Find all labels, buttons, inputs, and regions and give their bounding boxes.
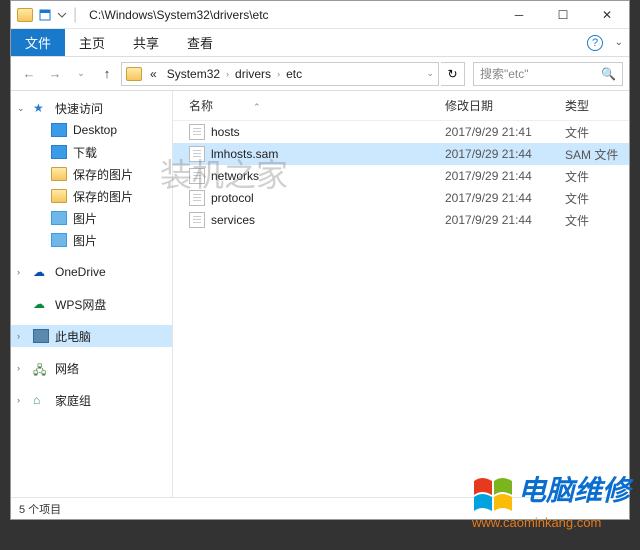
navigation-bar: ← → ⌄ ↑ « System32 › drivers › etc ⌄ ↻ 搜… xyxy=(11,57,629,91)
file-rows: hosts2017/9/29 21:41文件 lmhosts.sam2017/9… xyxy=(173,121,629,497)
file-row[interactable]: hosts2017/9/29 21:41文件 xyxy=(173,121,629,143)
network-icon: 🖧 xyxy=(33,361,49,375)
breadcrumb-segment[interactable]: System32 xyxy=(163,67,224,81)
file-icon xyxy=(189,146,205,162)
recent-dropdown-icon[interactable]: ⌄ xyxy=(69,62,93,86)
address-bar[interactable]: « System32 › drivers › etc ⌄ xyxy=(121,62,439,86)
up-button[interactable]: ↑ xyxy=(95,62,119,86)
titlebar[interactable]: | C:\Windows\System32\drivers\etc ─ ☐ ✕ xyxy=(11,1,629,29)
file-explorer-window: | C:\Windows\System32\drivers\etc ─ ☐ ✕ … xyxy=(10,0,630,520)
forward-button[interactable]: → xyxy=(43,62,67,86)
chevron-right-icon[interactable]: › xyxy=(17,331,20,341)
file-row[interactable]: services2017/9/29 21:44文件 xyxy=(173,209,629,231)
chevron-down-icon[interactable]: ⌄ xyxy=(17,103,25,114)
maximize-button[interactable]: ☐ xyxy=(541,1,585,29)
minimize-button[interactable]: ─ xyxy=(497,1,541,29)
tab-view[interactable]: 查看 xyxy=(173,29,227,56)
sidebar-item-pictures[interactable]: 图片 xyxy=(11,207,172,229)
column-type[interactable]: 类型 xyxy=(565,97,629,114)
window-title: C:\Windows\System32\drivers\etc xyxy=(83,8,497,22)
sidebar-item-desktop[interactable]: Desktop xyxy=(11,119,172,141)
sidebar-item-wps[interactable]: ☁WPS网盘 xyxy=(11,293,172,315)
back-button[interactable]: ← xyxy=(17,62,41,86)
chevron-right-icon[interactable]: › xyxy=(277,69,280,79)
breadcrumb-segment[interactable]: etc xyxy=(282,67,306,81)
search-input[interactable]: 搜索"etc" 🔍 xyxy=(473,62,623,86)
logo-overlay: 电脑维修 www.caominkang.com xyxy=(472,469,630,530)
wps-icon: ☁ xyxy=(33,297,49,311)
chevron-right-icon[interactable]: › xyxy=(17,267,20,277)
folder-icon xyxy=(17,8,33,22)
sidebar-item-homegroup[interactable]: ›⌂家庭组 xyxy=(11,389,172,411)
file-row[interactable]: lmhosts.sam2017/9/29 21:44SAM 文件 xyxy=(173,143,629,165)
breadcrumb-ellipsis[interactable]: « xyxy=(146,67,161,81)
tab-share[interactable]: 共享 xyxy=(119,29,173,56)
chevron-right-icon[interactable]: › xyxy=(17,363,20,373)
qat-separator: | xyxy=(73,6,77,24)
chevron-right-icon[interactable]: › xyxy=(17,395,20,405)
sidebar-item-quickaccess[interactable]: ⌄ ★ 快速访问 xyxy=(11,97,172,119)
sort-indicator-icon: ⌃ xyxy=(253,102,261,112)
folder-icon xyxy=(51,189,67,203)
download-icon xyxy=(51,145,67,159)
tab-home[interactable]: 主页 xyxy=(65,29,119,56)
pc-icon xyxy=(33,329,49,343)
overlay-title: 电脑维修 xyxy=(518,475,630,506)
desktop-icon xyxy=(51,123,67,137)
address-dropdown-icon[interactable]: ⌄ xyxy=(426,68,434,79)
breadcrumb-segment[interactable]: drivers xyxy=(231,67,275,81)
file-list-pane[interactable]: 名称⌃ 修改日期 类型 hosts2017/9/29 21:41文件 lmhos… xyxy=(173,91,629,497)
sidebar-item-network[interactable]: ›🖧网络 xyxy=(11,357,172,379)
file-row[interactable]: protocol2017/9/29 21:44文件 xyxy=(173,187,629,209)
status-text: 5 个项目 xyxy=(19,501,61,517)
overlay-url: www.caominkang.com xyxy=(472,515,630,530)
windows-logo-icon xyxy=(472,477,514,515)
qat-dropdown-icon[interactable] xyxy=(57,10,67,20)
chevron-right-icon[interactable]: › xyxy=(226,69,229,79)
folder-icon xyxy=(126,67,142,81)
help-icon[interactable]: ? xyxy=(587,35,603,51)
refresh-button[interactable]: ↻ xyxy=(441,62,465,86)
column-date[interactable]: 修改日期 xyxy=(445,97,565,114)
folder-icon xyxy=(51,167,67,181)
homegroup-icon: ⌂ xyxy=(33,393,49,407)
sidebar-label: 快速访问 xyxy=(55,100,103,117)
pictures-icon xyxy=(51,233,67,247)
column-name[interactable]: 名称⌃ xyxy=(189,97,445,114)
navigation-pane[interactable]: ⌄ ★ 快速访问 Desktop 下载 保存的图片 保存的图片 图片 图片 › ☁… xyxy=(11,91,173,497)
properties-icon[interactable] xyxy=(39,9,51,21)
sidebar-item-onedrive[interactable]: ›☁OneDrive xyxy=(11,261,172,283)
onedrive-icon: ☁ xyxy=(33,265,49,279)
column-headers: 名称⌃ 修改日期 类型 xyxy=(173,91,629,121)
pictures-icon xyxy=(51,211,67,225)
tab-file[interactable]: 文件 xyxy=(11,29,65,56)
file-icon xyxy=(189,168,205,184)
sidebar-item-thispc[interactable]: ›此电脑 xyxy=(11,325,172,347)
file-icon xyxy=(189,124,205,140)
file-icon xyxy=(189,212,205,228)
file-icon xyxy=(189,190,205,206)
ribbon-tabs: 文件 主页 共享 查看 ⌄ ? xyxy=(11,29,629,57)
sidebar-item-downloads[interactable]: 下载 xyxy=(11,141,172,163)
quick-access-toolbar: | xyxy=(11,6,83,24)
close-button[interactable]: ✕ xyxy=(585,1,629,29)
search-icon[interactable]: 🔍 xyxy=(601,67,616,81)
sidebar-item-savedpics[interactable]: 保存的图片 xyxy=(11,163,172,185)
search-placeholder: 搜索"etc" xyxy=(480,65,529,82)
ribbon-expand-icon[interactable]: ⌄ xyxy=(615,37,623,48)
star-icon: ★ xyxy=(33,101,49,115)
sidebar-item-savedpics[interactable]: 保存的图片 xyxy=(11,185,172,207)
sidebar-item-pictures[interactable]: 图片 xyxy=(11,229,172,251)
file-row[interactable]: networks2017/9/29 21:44文件 xyxy=(173,165,629,187)
